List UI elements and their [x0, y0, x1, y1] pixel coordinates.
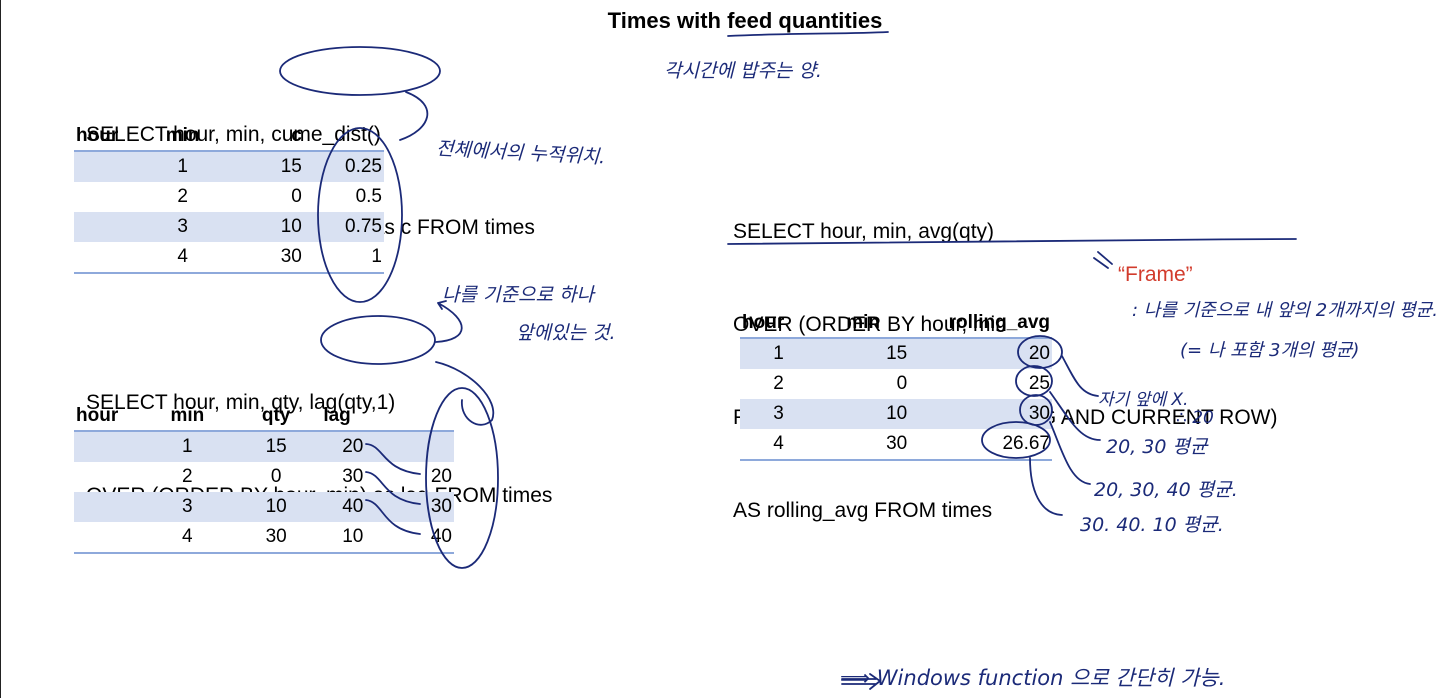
lag-arrow-1 — [365, 443, 421, 475]
title-underline — [727, 31, 889, 37]
rolling-circle-20 — [1017, 335, 1063, 369]
lag-arrow-3 — [365, 499, 421, 535]
cume-dist-circle — [279, 46, 441, 96]
rolling-circle-30 — [1019, 394, 1053, 426]
lag-note-arrow — [435, 300, 463, 343]
bottom-arrow — [841, 673, 882, 690]
rolling-underline — [727, 238, 1297, 245]
rolling-arrow-4 — [1029, 457, 1063, 516]
lag-circle-tail — [435, 361, 495, 426]
lag-arrow-2 — [365, 471, 421, 505]
rolling-arrow-3 — [1049, 421, 1091, 485]
ink-annotations — [279, 31, 1297, 690]
rolling-circle-25 — [1015, 365, 1053, 397]
frame-pointer — [1093, 251, 1113, 269]
cume-note-connector — [399, 91, 429, 141]
rolling-arrow-1 — [1061, 355, 1099, 397]
rolling-circle-2667 — [981, 421, 1051, 459]
lag-column-circle — [425, 387, 499, 569]
cume-column-circle — [317, 127, 403, 303]
rolling-arrow-2 — [1049, 391, 1101, 441]
lag-function-circle — [320, 315, 436, 365]
